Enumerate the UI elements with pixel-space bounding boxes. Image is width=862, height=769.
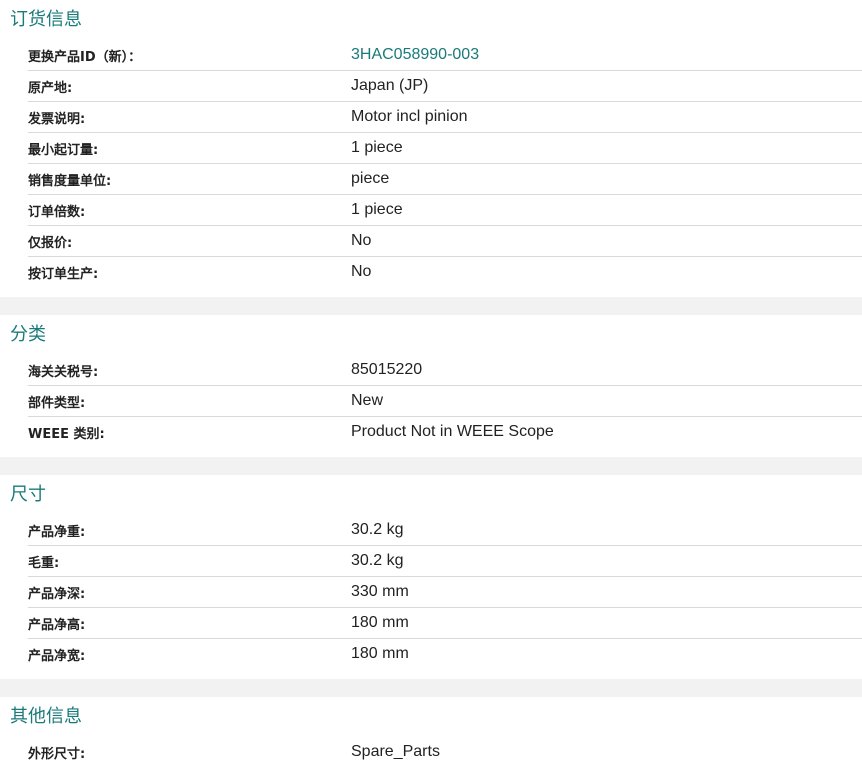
net-height-label: 产品净高: xyxy=(28,617,86,633)
dimensions-section: 尺寸 产品净重: 30.2 kg 毛重: 30.2 kg 产品净深: 330 m… xyxy=(0,475,862,679)
invoice-description-label: 发票说明: xyxy=(28,111,86,127)
other-section-title: 其他信息 xyxy=(10,706,82,727)
table-row: 海关关税号: 85015220 xyxy=(28,355,862,386)
form-factor-value: Spare_Parts xyxy=(351,743,440,760)
table-row: 产品净重: 30.2 kg xyxy=(28,515,862,546)
table-row: 仅报价: No xyxy=(28,226,862,257)
table-row: 产品净深: 330 mm xyxy=(28,577,862,608)
gross-weight-value: 30.2 kg xyxy=(351,552,404,569)
ordering-section-title: 订货信息 xyxy=(10,9,82,30)
weee-category-value: Product Not in WEEE Scope xyxy=(351,423,554,440)
country-of-origin-label: 原产地: xyxy=(28,80,73,96)
section-padding xyxy=(0,287,862,297)
section-padding xyxy=(0,669,862,679)
sales-unit-label: 销售度量单位: xyxy=(28,173,112,189)
part-type-value: New xyxy=(351,392,384,409)
gross-weight-label: 毛重: xyxy=(28,555,60,571)
quote-only-value: No xyxy=(351,232,372,249)
classification-rows: 海关关税号: 85015220 部件类型: New WEEE 类别: Produ… xyxy=(0,355,862,447)
classification-section-title: 分类 xyxy=(10,324,46,345)
order-multiple-label: 订单倍数: xyxy=(28,204,86,220)
table-row: 更换产品ID（新）： 3HAC058990-003 xyxy=(28,40,862,71)
order-multiple-value: 1 piece xyxy=(351,201,403,218)
part-type-label: 部件类型: xyxy=(28,395,86,411)
ordering-section: 订货信息 更换产品ID（新）： 3HAC058990-003 原产地: Japa… xyxy=(0,0,862,297)
sales-unit-value: piece xyxy=(351,170,390,187)
weee-category-label: WEEE 类别: xyxy=(28,426,105,442)
table-row: 按订单生产: No xyxy=(28,257,862,287)
form-factor-label: 外形尺寸: xyxy=(28,746,86,762)
other-section: 其他信息 外形尺寸: Spare_Parts xyxy=(0,697,862,767)
net-depth-label: 产品净深: xyxy=(28,586,86,602)
net-width-value: 180 mm xyxy=(351,645,409,662)
table-row: 发票说明: Motor incl pinion xyxy=(28,102,862,133)
classification-section: 分类 海关关税号: 85015220 部件类型: New WEEE 类别: Pr… xyxy=(0,315,862,457)
table-row: 外形尺寸: Spare_Parts xyxy=(28,737,862,767)
replacement-id-label: 更换产品ID（新）： xyxy=(28,49,142,65)
table-row: 部件类型: New xyxy=(28,386,862,417)
section-divider xyxy=(0,457,862,475)
made-to-order-label: 按订单生产: xyxy=(28,266,99,282)
invoice-description-value: Motor incl pinion xyxy=(351,108,468,125)
net-weight-value: 30.2 kg xyxy=(351,521,404,538)
section-padding xyxy=(0,447,862,457)
country-of-origin-value: Japan (JP) xyxy=(351,77,429,94)
made-to-order-value: No xyxy=(351,263,372,280)
customs-tariff-value: 85015220 xyxy=(351,361,423,378)
ordering-rows: 更换产品ID（新）： 3HAC058990-003 原产地: Japan (JP… xyxy=(0,40,862,287)
dimensions-section-title: 尺寸 xyxy=(10,484,46,505)
table-row: 产品净宽: 180 mm xyxy=(28,639,862,669)
dimensions-rows: 产品净重: 30.2 kg 毛重: 30.2 kg 产品净深: 330 mm 产… xyxy=(0,515,862,669)
replacement-id-link[interactable]: 3HAC058990-003 xyxy=(351,46,479,64)
table-row: 毛重: 30.2 kg xyxy=(28,546,862,577)
other-rows: 外形尺寸: Spare_Parts xyxy=(0,737,862,767)
min-order-qty-label: 最小起订量: xyxy=(28,142,99,158)
net-depth-value: 330 mm xyxy=(351,583,409,600)
section-divider xyxy=(0,297,862,315)
table-row: WEEE 类别: Product Not in WEEE Scope xyxy=(28,417,862,447)
table-row: 原产地: Japan (JP) xyxy=(28,71,862,102)
net-height-value: 180 mm xyxy=(351,614,409,631)
table-row: 产品净高: 180 mm xyxy=(28,608,862,639)
net-weight-label: 产品净重: xyxy=(28,524,86,540)
table-row: 订单倍数: 1 piece xyxy=(28,195,862,226)
customs-tariff-label: 海关关税号: xyxy=(28,364,99,380)
section-divider xyxy=(0,679,862,697)
net-width-label: 产品净宽: xyxy=(28,648,86,664)
table-row: 销售度量单位: piece xyxy=(28,164,862,195)
quote-only-label: 仅报价: xyxy=(28,235,73,251)
table-row: 最小起订量: 1 piece xyxy=(28,133,862,164)
min-order-qty-value: 1 piece xyxy=(351,139,403,156)
